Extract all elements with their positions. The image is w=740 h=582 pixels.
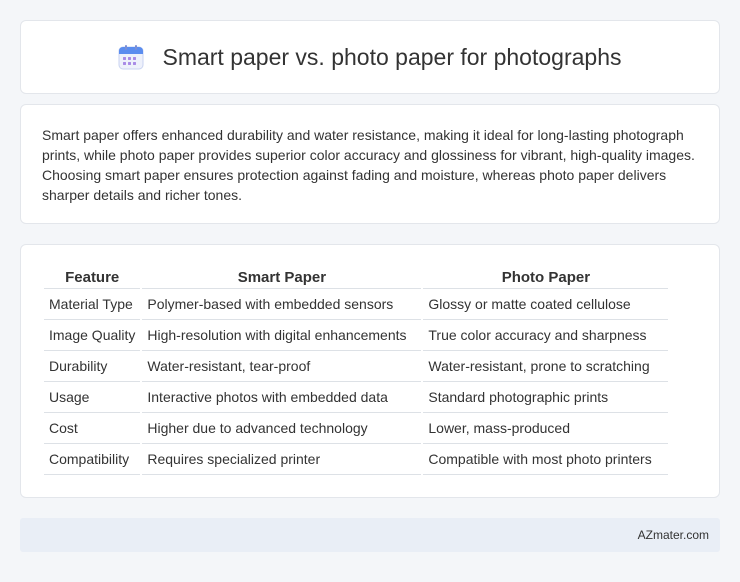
calendar-icon	[118, 45, 144, 70]
title-wrap: Smart paper vs. photo paper for photogra…	[118, 43, 622, 71]
table-row: Usage Interactive photos with embedded d…	[44, 382, 669, 413]
feature-cell: Usage	[44, 382, 141, 413]
smart-paper-cell: Water-resistant, tear-proof	[142, 351, 422, 382]
footer-brand[interactable]: AZmater.com	[638, 528, 709, 542]
photo-paper-cell: Glossy or matte coated cellulose	[423, 289, 669, 320]
feature-cell: Durability	[44, 351, 141, 382]
page-title: Smart paper vs. photo paper for photogra…	[162, 43, 622, 70]
table-header-row: Feature Smart Paper Photo Paper	[44, 265, 669, 289]
table-row: Image Quality High-resolution with digit…	[44, 320, 669, 351]
photo-paper-cell: Standard photographic prints	[423, 382, 669, 413]
footer-bar: AZmater.com	[20, 518, 720, 552]
comparison-card: Feature Smart Paper Photo Paper Material…	[20, 244, 720, 498]
table-row: Cost Higher due to advanced technology L…	[44, 413, 669, 444]
photo-paper-cell: Water-resistant, prone to scratching	[423, 351, 669, 382]
feature-cell: Compatibility	[44, 444, 141, 475]
smart-paper-cell: Requires specialized printer	[142, 444, 422, 475]
feature-cell: Image Quality	[44, 320, 141, 351]
summary-card: Smart paper offers enhanced durability a…	[20, 104, 720, 224]
feature-cell: Cost	[44, 413, 141, 444]
feature-cell: Material Type	[44, 289, 141, 320]
comparison-table: Feature Smart Paper Photo Paper Material…	[42, 265, 670, 475]
photo-paper-cell: True color accuracy and sharpness	[423, 320, 669, 351]
photo-paper-cell: Lower, mass-produced	[423, 413, 669, 444]
title-card: Smart paper vs. photo paper for photogra…	[20, 20, 720, 94]
smart-paper-cell: Higher due to advanced technology	[142, 413, 422, 444]
summary-text: Smart paper offers enhanced durability a…	[42, 127, 695, 203]
table-row: Material Type Polymer-based with embedde…	[44, 289, 669, 320]
header-smart-paper: Smart Paper	[142, 265, 422, 289]
smart-paper-cell: Polymer-based with embedded sensors	[142, 289, 422, 320]
smart-paper-cell: Interactive photos with embedded data	[142, 382, 422, 413]
table-row: Durability Water-resistant, tear-proof W…	[44, 351, 669, 382]
smart-paper-cell: High-resolution with digital enhancement…	[142, 320, 422, 351]
header-photo-paper: Photo Paper	[423, 265, 669, 289]
table-row: Compatibility Requires specialized print…	[44, 444, 669, 475]
photo-paper-cell: Compatible with most photo printers	[423, 444, 669, 475]
header-feature: Feature	[44, 265, 141, 289]
